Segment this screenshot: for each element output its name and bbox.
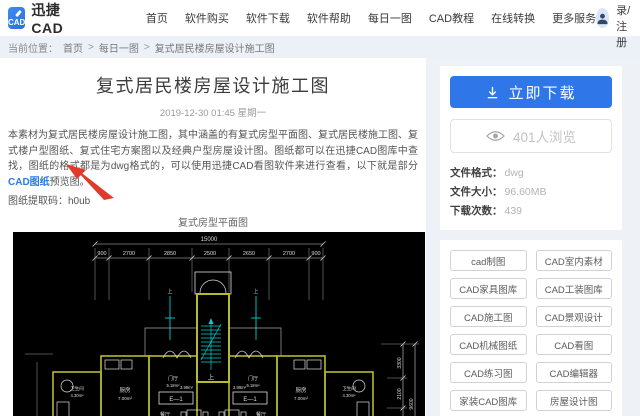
file-format-row: 文件格式： dwg	[450, 163, 612, 182]
floor-plan-drawing: 15000 900 2700 2850 2500 2650 2700 900 3…	[13, 232, 425, 416]
e1-label-right: E—1	[243, 397, 257, 403]
site-logo[interactable]: CAD 迅捷CAD	[8, 0, 68, 36]
nav-item-buy[interactable]: 软件购买	[185, 10, 229, 26]
kitchen-label-right: 厨房	[295, 386, 307, 394]
sidebar: 立即下载 401人浏览 文件格式： dwg 文件大小： 96.60MB 下载次数…	[440, 66, 622, 416]
breadcrumb-home[interactable]: 首页	[63, 40, 83, 55]
nav-item-more[interactable]: 更多服务	[552, 10, 596, 26]
small-area-right: 3.99m²	[233, 385, 247, 390]
logo-text: 迅捷CAD	[31, 2, 64, 36]
person-icon	[597, 13, 608, 24]
views-count-text: 401人浏览	[512, 130, 577, 145]
dim-right-4: 9600	[409, 398, 415, 409]
tag-cad-editor[interactable]: CAD编辑器	[535, 362, 612, 383]
nav-item-tutorials[interactable]: CAD教程	[429, 10, 474, 26]
kitchen-label-left: 厨房	[119, 386, 131, 394]
download-count-label: 下载次数：	[450, 205, 503, 217]
tag-home-cad-library[interactable]: 家装CAD图库	[450, 390, 527, 411]
file-size-value: 96.60MB	[504, 185, 547, 198]
file-format-value: dwg	[504, 166, 524, 179]
stair-up-label: 上	[208, 372, 215, 381]
dim-seg-7: 900	[311, 251, 320, 257]
hall-label-right: 门厅	[248, 375, 258, 382]
category-tags-card: cad制图 CAD室内素材 CAD家具图库 CAD工装图库 CAD施工图 CAD…	[440, 240, 622, 416]
hall-label-left: 门厅	[168, 375, 178, 382]
bath-area-left: 4.30m²	[70, 393, 84, 398]
dining-label-left: 餐厅	[160, 411, 170, 416]
nav-item-home[interactable]: 首页	[146, 10, 168, 26]
dim-seg-1: 900	[97, 251, 106, 257]
kitchen-area-right: 7.00m²	[294, 396, 309, 401]
nav-item-convert[interactable]: 在线转换	[491, 10, 535, 26]
tag-cad-viewer[interactable]: CAD看图	[535, 334, 612, 355]
article-card: 复式居民楼房屋设计施工图 2019-12-30 01:45 星期一 本素材为复式…	[0, 58, 426, 416]
small-area-left: 3.99m²	[180, 385, 194, 390]
kitchen-area-left: 7.00m²	[118, 396, 133, 401]
axis-up-label-right: 上	[253, 288, 258, 295]
tag-cad-construction[interactable]: CAD施工图	[450, 306, 527, 327]
nav-item-download[interactable]: 软件下载	[246, 10, 290, 26]
breadcrumb: 当前位置： 首页 > 每日一图 > 复式居民楼房屋设计施工图	[0, 36, 640, 58]
dim-seg-6: 2700	[283, 251, 295, 257]
download-button-label: 立即下载	[508, 84, 577, 102]
tag-cad-practice[interactable]: CAD练习图	[450, 362, 527, 383]
eye-icon	[486, 131, 505, 141]
tag-cad-interior[interactable]: CAD室内素材	[535, 250, 612, 271]
dim-right-1: 3300	[397, 357, 403, 368]
dim-seg-3: 2850	[164, 251, 176, 257]
dim-right-2: 2100	[397, 388, 403, 399]
dim-seg-4: 2500	[204, 251, 216, 257]
file-info: 文件格式： dwg 文件大小： 96.60MB 下载次数： 439	[450, 163, 612, 220]
tag-house-design[interactable]: 房屋设计图	[535, 390, 612, 411]
tag-cad-drafting[interactable]: cad制图	[450, 250, 527, 271]
hall-area-right: 5.18m²	[246, 383, 260, 388]
breadcrumb-daily-image[interactable]: 每日一图	[99, 40, 139, 55]
download-count-row: 下载次数： 439	[450, 201, 612, 220]
dim-total: 15000	[201, 237, 218, 243]
tag-cad-mechanical[interactable]: CAD机械图纸	[450, 334, 527, 355]
download-count-value: 439	[504, 204, 523, 217]
red-arrow-annotation	[66, 164, 114, 200]
extraction-code-label: 图纸提取码：	[8, 196, 68, 207]
nav-item-daily-image[interactable]: 每日一图	[368, 10, 412, 26]
download-icon	[488, 86, 498, 98]
views-counter: 401人浏览	[450, 119, 612, 153]
page-title: 复式居民楼房屋设计施工图	[96, 76, 330, 96]
dining-label-right: 餐厅	[256, 411, 266, 416]
axis-up-label-left: 上	[167, 288, 172, 295]
download-button[interactable]: 立即下载	[450, 76, 612, 108]
file-size-label: 文件大小：	[450, 186, 503, 198]
dim-seg-5: 2650	[243, 251, 255, 257]
user-avatar-icon[interactable]	[596, 8, 610, 28]
article-date: 2019-12-30 01:45 星期一	[159, 108, 267, 119]
breadcrumb-prefix: 当前位置：	[8, 43, 58, 55]
tag-cad-furniture[interactable]: CAD家具图库	[450, 278, 527, 299]
dim-seg-2: 2700	[123, 251, 135, 257]
e1-label-left: E—1	[169, 397, 183, 403]
download-card: 立即下载 401人浏览 文件格式： dwg 文件大小： 96.60MB 下载次数…	[440, 66, 622, 230]
main-nav: 首页 软件购买 软件下载 软件帮助 每日一图 CAD教程 在线转换 更多服务	[146, 10, 596, 26]
tag-cad-workwear[interactable]: CAD工装图库	[535, 278, 612, 299]
bath-area-right: 4.30m²	[342, 393, 356, 398]
nav-item-help[interactable]: 软件帮助	[307, 10, 351, 26]
bath-label-right: 卫生间	[342, 385, 356, 392]
drawing-caption: 复式房型平面图	[178, 218, 248, 229]
tag-cad-landscape[interactable]: CAD景观设计	[535, 306, 612, 327]
breadcrumb-current-page: 复式居民楼房屋设计施工图	[154, 43, 275, 55]
file-format-label: 文件格式：	[450, 167, 503, 179]
file-size-row: 文件大小： 96.60MB	[450, 182, 612, 201]
cad-logo-icon: CAD	[8, 7, 26, 29]
bath-label-left: 卫生间	[70, 385, 84, 392]
top-navbar: CAD 迅捷CAD 首页 软件购买 软件下载 软件帮助 每日一图 CAD教程 在…	[0, 0, 640, 49]
hall-area-left: 5.18m²	[166, 383, 180, 388]
login-register-link[interactable]: 登录/注册	[616, 0, 637, 50]
cad-drawings-link[interactable]: CAD图纸	[8, 177, 50, 188]
